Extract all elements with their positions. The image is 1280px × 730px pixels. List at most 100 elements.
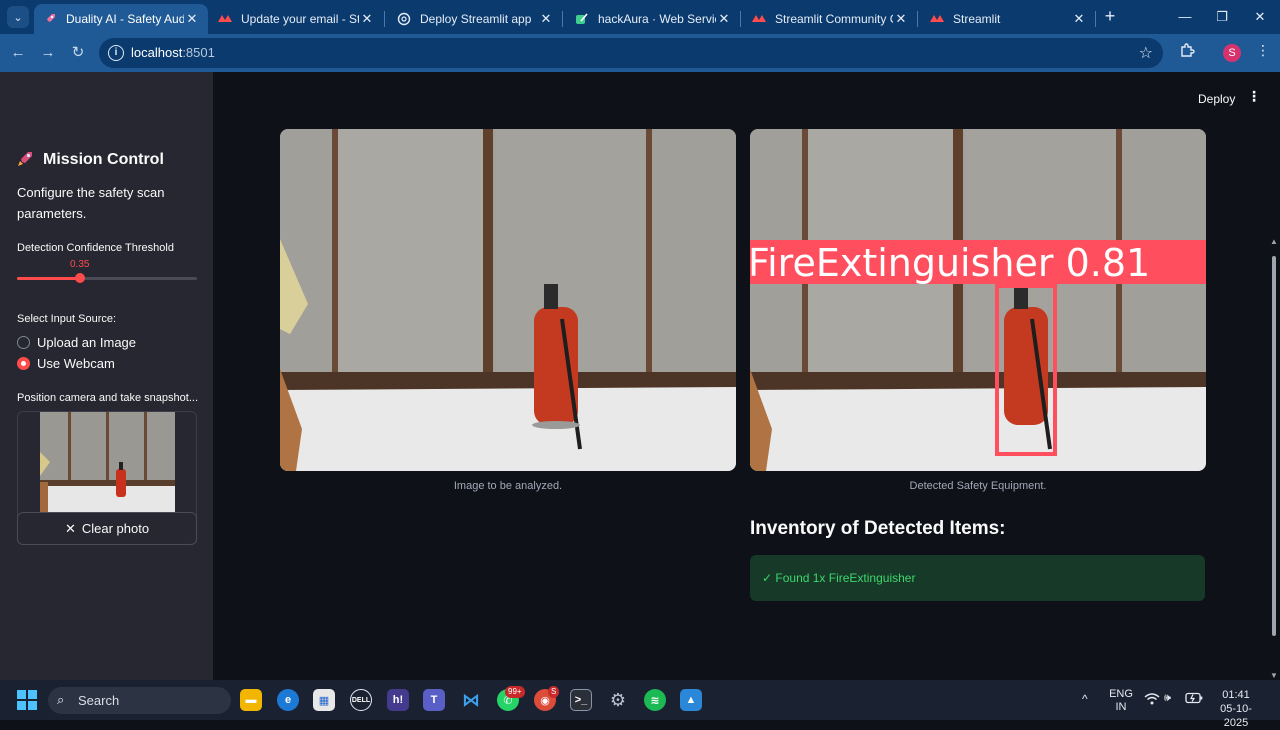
close-icon[interactable]: ✕ bbox=[538, 11, 554, 27]
tab-search-button[interactable]: ⌄ bbox=[7, 6, 29, 28]
close-icon: ✕ bbox=[64, 520, 76, 536]
dell-icon[interactable]: DELL bbox=[350, 689, 372, 711]
webcam-snapshot-image bbox=[40, 412, 175, 512]
streamlit-icon bbox=[751, 11, 767, 27]
render-icon bbox=[574, 11, 590, 27]
output-image: FireExtinguisher 0.81 bbox=[750, 129, 1206, 471]
tab-streamlit[interactable]: Streamlit ✕ bbox=[921, 4, 1095, 34]
tab-title: Update your email - Stream bbox=[241, 12, 359, 26]
slider-label: Detection Confidence Threshold bbox=[17, 242, 174, 254]
tab-title: Deploy Streamlit app bbox=[420, 12, 532, 26]
back-arrow-icon[interactable]: ← bbox=[7, 42, 29, 64]
slider-value: 0.35 bbox=[70, 259, 90, 270]
close-icon[interactable]: ✕ bbox=[893, 11, 909, 27]
close-icon[interactable]: ✕ bbox=[184, 11, 200, 27]
battery-icon[interactable] bbox=[1185, 692, 1203, 707]
detection-photo: FireExtinguisher 0.81 bbox=[750, 129, 1206, 471]
forward-arrow-icon[interactable]: → bbox=[37, 42, 59, 64]
tab-title: Streamlit Community Clou bbox=[775, 12, 893, 26]
site-info-icon[interactable]: i bbox=[108, 45, 124, 61]
browser-toolbar: ← → ↻ i localhost:8501 ☆ bbox=[0, 34, 1280, 72]
clear-photo-button[interactable]: ✕ Clear photo bbox=[17, 512, 197, 545]
rocket-icon bbox=[17, 149, 35, 171]
input-source-label: Select Input Source: bbox=[17, 313, 117, 325]
tab-streamlit-cloud[interactable]: Streamlit Community Clou ✕ bbox=[743, 4, 917, 34]
bookmark-star-icon[interactable]: ☆ bbox=[1139, 43, 1153, 63]
language-indicator[interactable]: ENG IN bbox=[1108, 688, 1134, 714]
file-explorer-icon[interactable]: ▬ bbox=[240, 689, 262, 711]
teams-icon[interactable]: T bbox=[423, 689, 445, 711]
streamlit-app: Mission Control Configure the safety sca… bbox=[0, 72, 1280, 680]
slider-fill bbox=[17, 277, 80, 280]
windows-taskbar: ⌕ Search ▬ e ▦ DELL h! T ⋈ ✆ 99+ ◉ S >_ … bbox=[0, 680, 1280, 729]
close-window-icon[interactable]: ✕ bbox=[1245, 6, 1275, 28]
radio-button[interactable] bbox=[17, 336, 30, 349]
confidence-slider-thumb[interactable] bbox=[75, 273, 85, 283]
close-icon[interactable]: ✕ bbox=[1071, 11, 1087, 27]
tab-safety-auditor[interactable]: Duality AI - Safety Auditor ✕ bbox=[34, 4, 208, 34]
browser-menu-icon[interactable]: ⋮ bbox=[1256, 42, 1270, 59]
deploy-button[interactable]: Deploy bbox=[1190, 90, 1243, 108]
edge-icon[interactable]: e bbox=[277, 689, 299, 711]
browser-tab-strip: ⌄ Duality AI - Safety Auditor ✕ Update y… bbox=[0, 0, 1280, 34]
new-tab-button[interactable]: + bbox=[1100, 7, 1120, 27]
camera-label: Position camera and take snapshot... bbox=[17, 392, 198, 404]
input-image bbox=[280, 129, 736, 471]
openai-icon bbox=[396, 11, 412, 27]
streamlit-icon bbox=[929, 11, 945, 27]
profile-avatar[interactable]: S bbox=[1223, 44, 1241, 62]
clock[interactable]: 01:41 05-10-2025 bbox=[1208, 688, 1264, 730]
streamlit-icon bbox=[217, 11, 233, 27]
volume-icon[interactable]: 🕪 bbox=[1164, 692, 1171, 705]
page-scrollbar[interactable] bbox=[1272, 256, 1276, 636]
output-image-caption: Detected Safety Equipment. bbox=[909, 480, 1047, 492]
address-bar[interactable]: i localhost:8501 ☆ bbox=[99, 38, 1163, 68]
close-icon[interactable]: ✕ bbox=[716, 11, 732, 27]
tab-separator bbox=[562, 11, 563, 27]
microsoft-store-icon[interactable]: ▦ bbox=[313, 689, 335, 711]
windows-start-icon[interactable] bbox=[17, 690, 37, 710]
spotify-icon[interactable]: ≋ bbox=[644, 689, 666, 711]
settings-gear-icon[interactable]: ⚙ bbox=[607, 689, 629, 711]
close-icon[interactable]: ✕ bbox=[359, 11, 375, 27]
whatsapp-badge: 99+ bbox=[505, 686, 525, 698]
radio-button-selected[interactable] bbox=[17, 357, 30, 370]
minimize-icon[interactable]: — bbox=[1170, 6, 1200, 28]
reload-icon[interactable]: ↻ bbox=[67, 42, 89, 64]
main-menu-icon[interactable]: ⋮ bbox=[1247, 88, 1261, 105]
rocket-icon bbox=[42, 11, 58, 27]
show-hidden-icons-chevron-icon[interactable]: ^ bbox=[1082, 692, 1088, 706]
tab-separator bbox=[384, 11, 385, 27]
url-text: localhost:8501 bbox=[131, 45, 215, 60]
terminal-icon[interactable]: >_ bbox=[570, 689, 592, 711]
taskbar-search[interactable]: ⌕ Search bbox=[48, 687, 231, 714]
inventory-success-alert: ✓ Found 1x FireExtinguisher bbox=[750, 555, 1205, 601]
input-image-caption: Image to be analyzed. bbox=[453, 480, 563, 492]
tab-update-email[interactable]: Update your email - Stream ✕ bbox=[209, 4, 383, 34]
extensions-icon[interactable] bbox=[1178, 42, 1196, 60]
sidebar-description: Configure the safety scan parameters. bbox=[17, 185, 165, 221]
tab-separator bbox=[917, 11, 918, 27]
scroll-down-icon[interactable]: ▼ bbox=[1270, 671, 1278, 680]
tab-hackaura[interactable]: hackAura · Web Service · ✕ bbox=[566, 4, 740, 34]
confidence-slider-track[interactable] bbox=[17, 277, 197, 280]
tab-separator bbox=[740, 11, 741, 27]
radio-use-webcam[interactable]: Use Webcam bbox=[17, 356, 115, 371]
scroll-up-icon[interactable]: ▲ bbox=[1270, 237, 1278, 246]
vscode-icon[interactable]: ⋈ bbox=[460, 689, 482, 711]
tab-title: Streamlit bbox=[953, 12, 1001, 26]
maximize-icon[interactable]: ❐ bbox=[1207, 6, 1237, 28]
sidebar-title: Mission Control bbox=[17, 149, 164, 171]
chrome-profile-badge: S bbox=[548, 686, 560, 698]
radio-upload-image[interactable]: Upload an Image bbox=[17, 335, 136, 350]
photos-icon[interactable]: ▲ bbox=[680, 689, 702, 711]
tab-title: hackAura · Web Service · bbox=[598, 12, 716, 26]
hp-app-icon[interactable]: h! bbox=[387, 689, 409, 711]
tab-title: Duality AI - Safety Auditor bbox=[66, 12, 184, 26]
inventory-heading: Inventory of Detected Items: bbox=[750, 518, 1006, 539]
tab-separator bbox=[1095, 11, 1096, 27]
wifi-icon[interactable] bbox=[1144, 693, 1160, 708]
sidebar: Mission Control Configure the safety sca… bbox=[0, 72, 213, 680]
tab-deploy-streamlit[interactable]: Deploy Streamlit app ✕ bbox=[388, 4, 562, 34]
input-photo bbox=[280, 129, 736, 471]
